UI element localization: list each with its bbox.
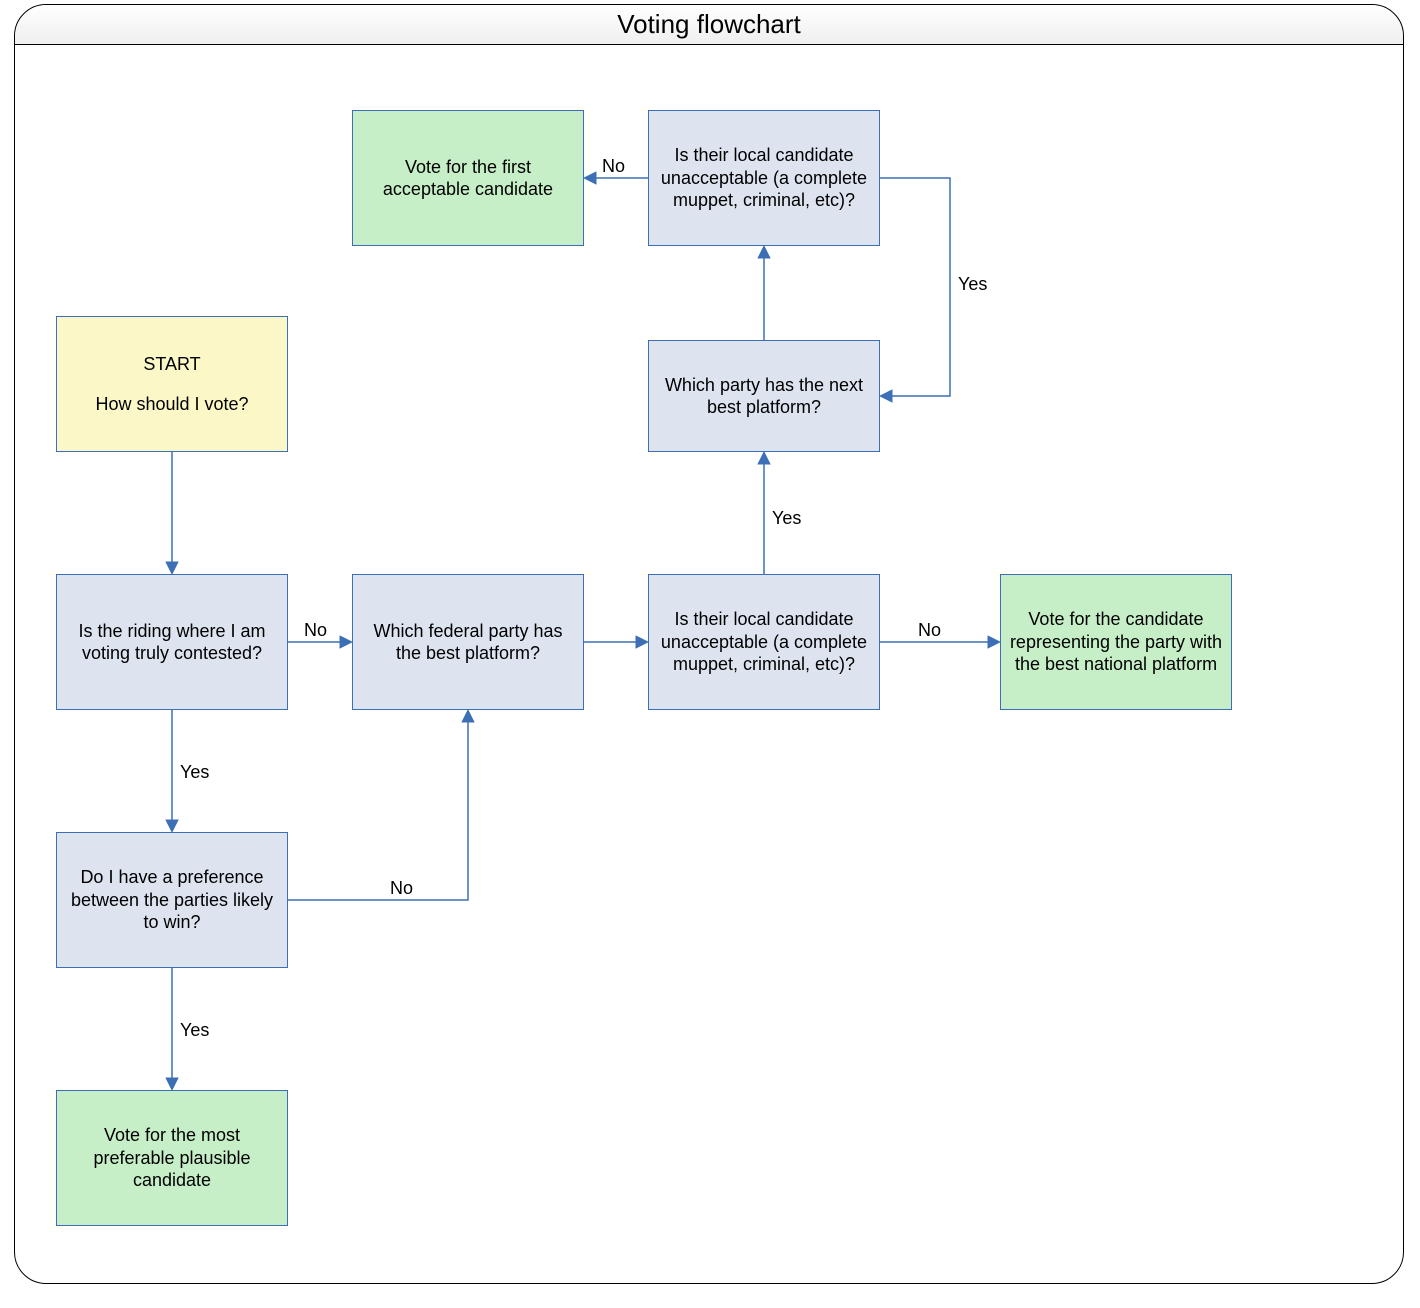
label-contested-yes: Yes [180, 762, 209, 783]
node-contested: Is the riding where I am voting truly co… [56, 574, 288, 710]
node-start: START How should I vote? [56, 316, 288, 452]
node-unacceptable-2: Is their local candidate unacceptable (a… [648, 110, 880, 246]
node-vote-plausible: Vote for the most preferable plausible c… [56, 1090, 288, 1226]
label-unacc1-yes: Yes [772, 508, 801, 529]
node-text: Vote for the first acceptable candidate [361, 156, 575, 201]
label-unacc1-no: No [918, 620, 941, 641]
label-unacc2-yes: Yes [958, 274, 987, 295]
node-text: Is the riding where I am voting truly co… [65, 620, 279, 665]
node-next-best: Which party has the next best platform? [648, 340, 880, 452]
title-band: Voting flowchart [15, 5, 1403, 45]
label-preference-yes: Yes [180, 1020, 209, 1041]
node-preference: Do I have a preference between the parti… [56, 832, 288, 968]
label-preference-no: No [390, 878, 413, 899]
node-unacceptable-1: Is their local candidate unacceptable (a… [648, 574, 880, 710]
flowchart-canvas: Voting flowchart START How should I vote… [0, 0, 1420, 1308]
label-unacc2-no: No [602, 156, 625, 177]
chart-title: Voting flowchart [617, 9, 801, 40]
label-contested-no: No [304, 620, 327, 641]
node-best-platform: Which federal party has the best platfor… [352, 574, 584, 710]
start-label: START [143, 353, 200, 376]
node-text: Vote for the most preferable plausible c… [65, 1124, 279, 1192]
node-vote-first-acceptable: Vote for the first acceptable candidate [352, 110, 584, 246]
node-text: Which party has the next best platform? [657, 374, 871, 419]
node-vote-national: Vote for the candidate representing the … [1000, 574, 1232, 710]
node-text: Is their local candidate unacceptable (a… [657, 608, 871, 676]
node-text: Vote for the candidate representing the … [1009, 608, 1223, 676]
node-text: Which federal party has the best platfor… [361, 620, 575, 665]
node-text: Do I have a preference between the parti… [65, 866, 279, 934]
start-question: How should I vote? [95, 393, 248, 416]
node-text: Is their local candidate unacceptable (a… [657, 144, 871, 212]
